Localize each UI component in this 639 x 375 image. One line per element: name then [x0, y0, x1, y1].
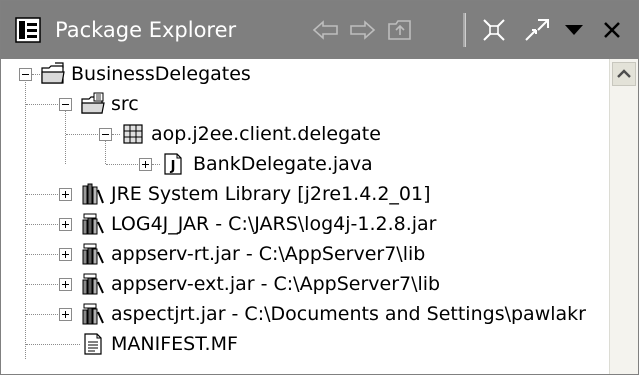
expand-toggle[interactable] [139, 158, 152, 171]
collapse-toggle[interactable] [59, 98, 72, 111]
tree-item-label: aop.j2ee.client.delegate [151, 123, 381, 145]
text-file-icon [81, 332, 105, 356]
scroll-up-button[interactable] [612, 62, 636, 86]
collapse-toggle[interactable] [19, 68, 32, 81]
tree-guide-line [152, 164, 160, 165]
tree-item-jre-system-library[interactable]: JRE System Library [j2re1.4.2_01] [1, 179, 610, 209]
tree-item-label: appserv-ext.jar - C:\AppServer7\lib [111, 273, 441, 295]
tree-item-log4j-jar[interactable]: LOG4J_JAR - C:\JARS\log4j-1.2.8.jar [1, 209, 610, 239]
source-folder-icon [81, 92, 105, 116]
tree-guide-line [26, 224, 58, 225]
tree-item-package[interactable]: aop.j2ee.client.delegate [1, 119, 610, 149]
tree-item-label: LOG4J_JAR - C:\JARS\log4j-1.2.8.jar [111, 213, 437, 235]
view-menu-icon[interactable] [559, 15, 589, 45]
tree-guide-line [26, 344, 80, 345]
package-explorer-icon [15, 17, 41, 43]
collapse-all-icon[interactable] [479, 15, 509, 45]
library-icon [81, 182, 105, 206]
expand-toggle[interactable] [59, 248, 72, 261]
expand-toggle[interactable] [59, 188, 72, 201]
view-title: Package Explorer [55, 18, 237, 42]
tree-guide-line [26, 284, 58, 285]
tree-item-aspectjrt-jar[interactable]: aspectjrt.jar - C:\Documents and Setting… [1, 299, 610, 329]
jar-icon [81, 302, 105, 326]
back-icon[interactable] [311, 15, 341, 45]
svg-text:J: J [170, 159, 176, 174]
package-icon [121, 122, 145, 146]
tree-guide-line [26, 314, 58, 315]
expand-toggle[interactable] [59, 218, 72, 231]
tree-item-label: appserv-rt.jar - C:\AppServer7\lib [111, 243, 426, 265]
tree-item-appserv-ext-jar[interactable]: appserv-ext.jar - C:\AppServer7\lib [1, 269, 610, 299]
package-tree[interactable]: BusinessDelegates src aop.j2ee.client.de… [1, 59, 610, 374]
tree-guide-line [32, 74, 40, 75]
collapse-toggle[interactable] [99, 128, 112, 141]
tree-item-label: BankDelegate.java [193, 153, 373, 175]
expand-toggle[interactable] [59, 278, 72, 291]
tree-item-label: src [111, 93, 139, 115]
tree-item-label: BusinessDelegates [71, 63, 251, 85]
jar-icon [81, 242, 105, 266]
tree-guide-line [26, 194, 58, 195]
tree-item-appserv-rt-jar[interactable]: appserv-rt.jar - C:\AppServer7\lib [1, 239, 610, 269]
link-with-editor-icon[interactable] [521, 15, 551, 45]
java-file-icon: J [161, 152, 185, 176]
expand-toggle[interactable] [59, 308, 72, 321]
forward-icon[interactable] [347, 15, 377, 45]
tree-item-label: JRE System Library [j2re1.4.2_01] [111, 183, 431, 205]
chevron-up-icon [617, 69, 631, 78]
close-icon[interactable] [597, 15, 627, 45]
tree-guide-line [26, 104, 58, 105]
tree-guide-line [66, 134, 98, 135]
tree-item-businessdelegates[interactable]: BusinessDelegates [1, 59, 610, 89]
tree-item-label: aspectjrt.jar - C:\Documents and Setting… [111, 303, 586, 325]
jar-icon [81, 212, 105, 236]
tree-guide-line [106, 164, 138, 165]
jar-icon [81, 272, 105, 296]
up-icon[interactable] [385, 15, 415, 45]
view-title-bar[interactable]: Package Explorer [1, 1, 638, 59]
tree-item-label: MANIFEST.MF [111, 333, 238, 355]
toolbar-separator [463, 13, 466, 47]
tree-guide-line [26, 254, 58, 255]
tree-item-src[interactable]: src [1, 89, 610, 119]
project-folder-icon [41, 62, 65, 86]
vertical-scrollbar[interactable] [609, 59, 638, 374]
tree-item-manifest-mf[interactable]: MANIFEST.MF [1, 329, 610, 359]
tree-item-bankdelegate-java[interactable]: J BankDelegate.java [1, 149, 610, 179]
package-explorer-view: Package Explorer BusinessDelegates src a… [0, 0, 639, 375]
tree-guide-line [112, 134, 120, 135]
